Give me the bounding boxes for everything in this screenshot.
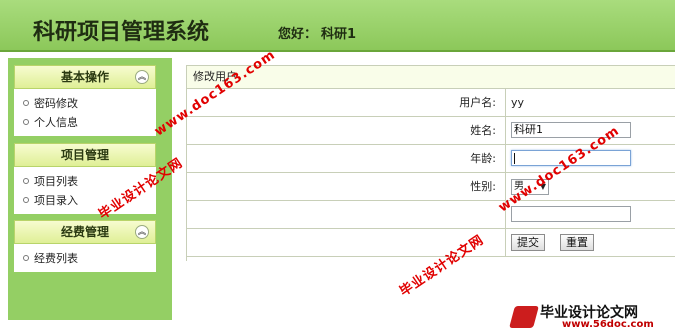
username-value: yy (511, 96, 525, 109)
form-row-extra (187, 201, 675, 229)
gender-label: 性别: (470, 180, 496, 193)
bullet-icon (23, 119, 29, 125)
form-row-actions: 提交 重置 (187, 229, 675, 257)
username-label: 用户名: (459, 96, 496, 109)
submit-button[interactable]: 提交 (511, 234, 545, 251)
current-username: 科研1 (321, 27, 357, 42)
app-title: 科研项目管理系统 (33, 19, 210, 45)
menu-item-label: 个人信息 (34, 116, 78, 129)
name-label: 姓名: (470, 124, 496, 137)
collapse-icon[interactable]: ︽ (135, 70, 149, 84)
panel-header[interactable]: 项目管理 (14, 143, 156, 167)
panel-header[interactable]: 基本操作 ︽ (14, 65, 156, 89)
reset-button[interactable]: 重置 (560, 234, 594, 251)
age-label: 年龄: (470, 152, 496, 165)
menu-item-label: 项目录入 (34, 194, 78, 207)
form-row-username: 用户名: yy (187, 89, 675, 117)
panel-funding-mgmt: 经费管理 ︽ 经费列表 (14, 220, 156, 272)
panel-basic-ops: 基本操作 ︽ 密码修改 个人信息 (14, 65, 156, 136)
bullet-icon (23, 255, 29, 261)
panel-title: 项目管理 (60, 148, 109, 162)
panel-title: 基本操作 (60, 70, 109, 84)
greeting-label: 您好： (278, 27, 318, 42)
bullet-icon (23, 100, 29, 106)
collapse-icon[interactable]: ︽ (135, 225, 149, 239)
menu-item-label: 经费列表 (34, 252, 78, 265)
sidebar-item-funding-list[interactable]: 经费列表 (23, 249, 156, 268)
menu-item-label: 密码修改 (34, 97, 78, 110)
user-greeting: 您好： 科研1 (278, 23, 360, 42)
sidebar-item-change-password[interactable]: 密码修改 (23, 94, 156, 113)
menu-item-label: 项目列表 (34, 175, 78, 188)
extra-input[interactable] (511, 206, 631, 222)
logo-url: www.56doc.com (562, 319, 654, 330)
panel-title: 经费管理 (60, 225, 109, 239)
panel-header[interactable]: 经费管理 ︽ (14, 220, 156, 244)
logo-mark-icon (509, 306, 539, 328)
edit-user-form: 修改用户 用户名: yy 姓名: 科研1 年龄: 性别: 男 ▼ 提交 重置 (186, 65, 675, 261)
bullet-icon (23, 197, 29, 203)
text-caret (514, 152, 515, 164)
form-row-gender: 性别: 男 ▼ (187, 173, 675, 201)
sidebar-item-profile[interactable]: 个人信息 (23, 113, 156, 132)
app-header: 科研项目管理系统 您好： 科研1 (0, 0, 675, 52)
bullet-icon (23, 178, 29, 184)
site-logo: 毕业设计论文网 www.56doc.com (509, 302, 670, 332)
